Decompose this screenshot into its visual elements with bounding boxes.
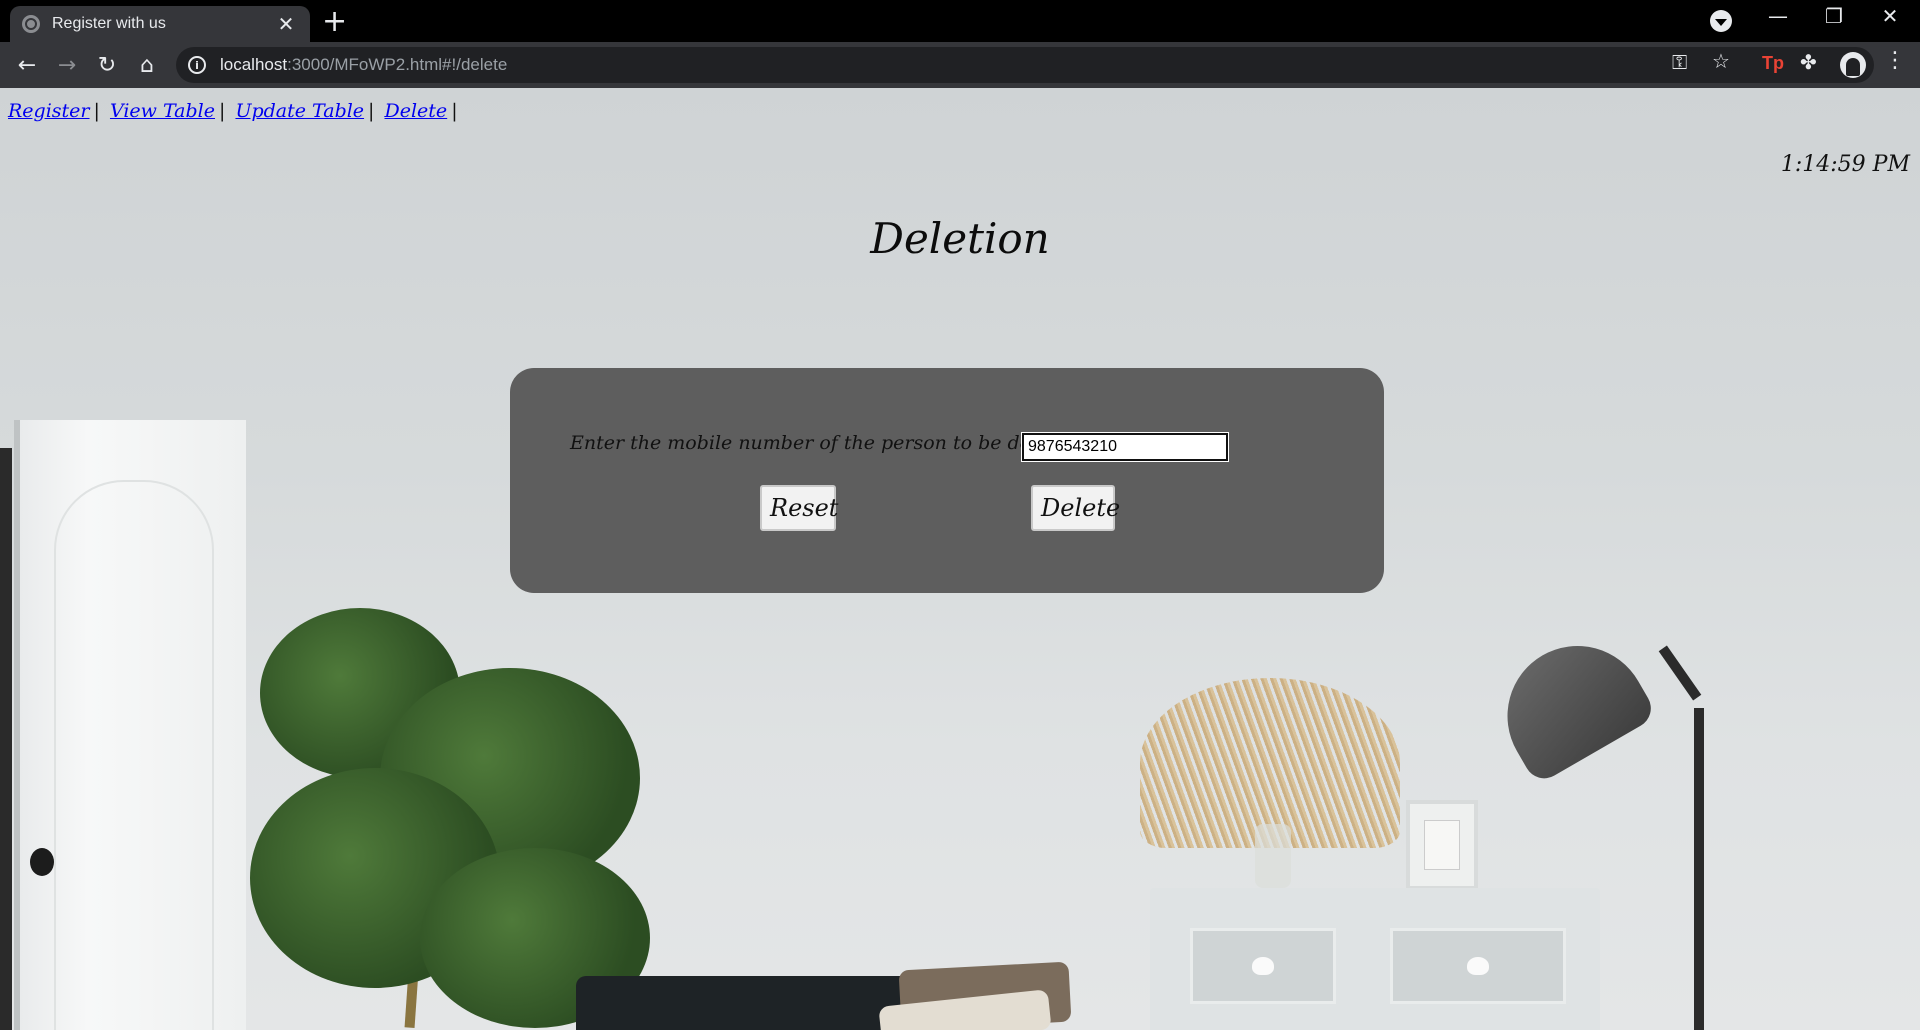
key-icon[interactable]: ⚿ bbox=[1672, 50, 1687, 74]
picture-frame bbox=[1406, 800, 1478, 890]
globe-icon bbox=[22, 15, 40, 33]
reset-button[interactable]: Reset bbox=[760, 485, 838, 531]
clock: 1:14:59 PM bbox=[1780, 152, 1910, 177]
nav-register-link[interactable]: Register bbox=[8, 100, 90, 122]
profile-avatar[interactable] bbox=[1840, 52, 1866, 78]
nav-update-table-link[interactable]: Update Table bbox=[235, 100, 364, 122]
url-text[interactable]: localhost:3000/MFoWP2.html#!/delete bbox=[220, 55, 507, 75]
browser-tab-bar: Register with us ✕ + — ❐ ✕ bbox=[0, 0, 1920, 42]
minimize-button[interactable]: — bbox=[1758, 4, 1798, 28]
lamp-pole bbox=[1694, 708, 1704, 1030]
tab-search-icon[interactable] bbox=[1710, 10, 1732, 32]
new-tab-button[interactable]: + bbox=[322, 4, 347, 39]
door-knob bbox=[30, 848, 54, 876]
tab-title: Register with us bbox=[52, 15, 166, 32]
browser-toolbar: ← → ↻ ⌂ i localhost:3000/MFoWP2.html#!/d… bbox=[0, 42, 1920, 88]
address-bar[interactable]: i localhost:3000/MFoWP2.html#!/delete bbox=[176, 47, 1874, 83]
door-frame bbox=[0, 448, 12, 1030]
vase bbox=[1255, 824, 1291, 888]
tp-extension-icon[interactable]: Tp bbox=[1762, 53, 1784, 74]
page-title: Deletion bbox=[870, 214, 1050, 263]
mobile-number-label: Enter the mobile number of the person to… bbox=[570, 432, 1092, 454]
reload-icon[interactable]: ↻ bbox=[90, 48, 124, 82]
pampas-grass bbox=[1140, 678, 1400, 848]
browser-menu-icon[interactable]: ⋮ bbox=[1884, 48, 1906, 73]
sofa bbox=[576, 976, 926, 1030]
delete-button[interactable]: Delete bbox=[1031, 485, 1120, 531]
door-image bbox=[14, 420, 246, 1030]
top-nav: Register | View Table | Update Table | Dele… bbox=[8, 100, 458, 122]
mobile-number-input[interactable] bbox=[1021, 432, 1229, 462]
floor-lamp bbox=[1481, 620, 1659, 786]
forward-icon[interactable]: → bbox=[50, 48, 84, 82]
bookmark-star-icon[interactable]: ☆ bbox=[1712, 49, 1730, 73]
tab-close-icon[interactable]: ✕ bbox=[274, 12, 298, 36]
dresser bbox=[1150, 888, 1600, 1030]
extensions-puzzle-icon[interactable]: ✤ bbox=[1800, 50, 1817, 74]
page-body: Register | View Table | Update Table | Dele… bbox=[0, 88, 1920, 1030]
lamp-arm bbox=[1658, 645, 1702, 701]
browser-tab[interactable]: Register with us ✕ bbox=[10, 6, 310, 42]
site-info-icon[interactable]: i bbox=[188, 56, 206, 74]
nav-view-table-link[interactable]: View Table bbox=[110, 100, 215, 122]
toolbar-right: ⚿ ☆ bbox=[1666, 42, 1920, 88]
restore-button[interactable]: ❐ bbox=[1814, 4, 1854, 28]
delete-form-panel: Enter the mobile number of the person to… bbox=[510, 368, 1384, 593]
nav-delete-link[interactable]: Delete bbox=[385, 100, 448, 122]
home-icon[interactable]: ⌂ bbox=[130, 48, 164, 82]
back-icon[interactable]: ← bbox=[10, 48, 44, 82]
close-window-button[interactable]: ✕ bbox=[1870, 4, 1910, 28]
